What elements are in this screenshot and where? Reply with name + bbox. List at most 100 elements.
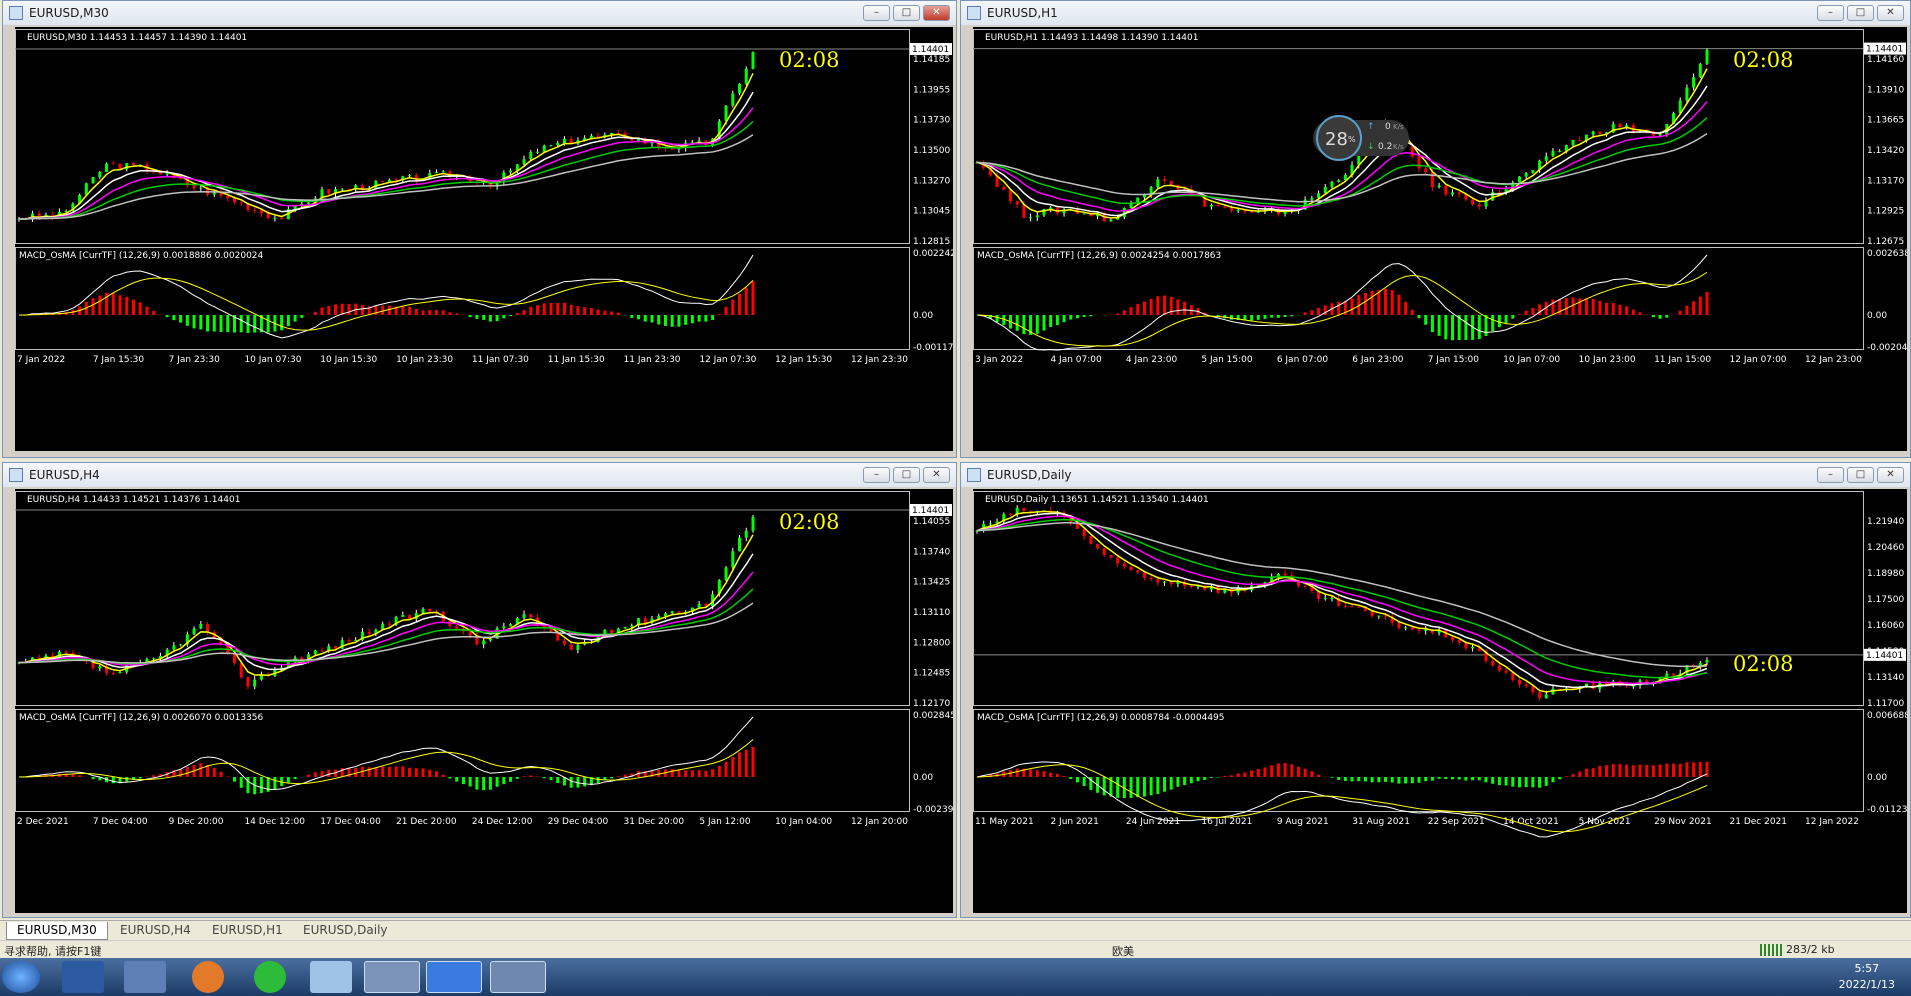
candle-body: [1136, 197, 1140, 203]
osma-bar: [1149, 298, 1153, 315]
chart-window-m30[interactable]: EURUSD,M30 – □ ✕ EURUSD,M30 1.14453 1.1445…: [2, 0, 957, 458]
osma-bar: [199, 763, 203, 777]
osma-bar: [1517, 777, 1521, 788]
x-tick-label: 21 Dec 2021: [1730, 817, 1788, 827]
tab-m30[interactable]: EURUSD,M30: [6, 922, 108, 940]
osma-bar: [1229, 315, 1233, 320]
candle-body: [98, 666, 102, 669]
candle-body: [1444, 185, 1448, 195]
minimize-button[interactable]: –: [1817, 467, 1844, 483]
moving-average-line: [18, 134, 754, 220]
speed-widget: 28 %↑ 0 K/s↓ 0.2 K/s: [1313, 115, 1409, 161]
osma-bar: [731, 757, 735, 777]
maximize-button[interactable]: □: [1847, 467, 1874, 483]
candle-body: [1189, 585, 1193, 588]
osma-bar: [1330, 777, 1334, 778]
maximize-button[interactable]: □: [1847, 5, 1874, 21]
chart-window-h1[interactable]: EURUSD,H1 – □ ✕ EURUSD,H1 1.14493 1.14498 …: [960, 0, 1911, 458]
osma-bar: [461, 777, 465, 785]
moving-average-line: [18, 553, 754, 671]
window-titlebar[interactable]: EURUSD,H1 – □ ✕: [961, 1, 1910, 25]
osma-bar: [1290, 764, 1294, 777]
chart-window-h4[interactable]: EURUSD,H4 – □ ✕ EURUSD,H4 1.14433 1.14521 …: [2, 462, 957, 918]
maximize-button[interactable]: □: [893, 5, 920, 21]
window-titlebar[interactable]: EURUSD,M30 – □ ✕: [3, 1, 956, 25]
start-orb-icon[interactable]: [2, 961, 40, 993]
candle-body: [408, 615, 412, 619]
notepad-icon[interactable]: [310, 961, 352, 993]
wechat-icon[interactable]: [254, 961, 286, 993]
candle-body: [206, 623, 210, 633]
minimize-button[interactable]: –: [863, 5, 890, 21]
app-icon[interactable]: [124, 961, 166, 993]
window-titlebar[interactable]: EURUSD,H4 – □ ✕: [3, 463, 956, 487]
candle-body: [1377, 615, 1381, 617]
candle-body: [232, 653, 236, 664]
candle-body: [1397, 622, 1401, 628]
candle-body: [1142, 572, 1146, 578]
candle-body: [1658, 134, 1662, 136]
osma-bar: [1136, 777, 1140, 798]
y-tick-label: 1.13500: [913, 146, 950, 156]
candle-body: [441, 171, 445, 173]
osma-bar: [562, 302, 566, 315]
main-pane-border: [973, 491, 1864, 706]
tab-h4[interactable]: EURUSD,H4: [110, 922, 201, 940]
browser-icon[interactable]: [192, 961, 224, 993]
close-button[interactable]: ✕: [1877, 467, 1904, 483]
tab-daily[interactable]: EURUSD,Daily: [293, 922, 398, 940]
candle-body: [1169, 180, 1173, 185]
mt4-icon[interactable]: [364, 961, 420, 993]
osma-bar: [1631, 765, 1635, 777]
osma-bar: [1658, 315, 1662, 319]
paint-icon[interactable]: [490, 961, 546, 993]
candle-body: [1156, 579, 1160, 583]
candle-body: [556, 143, 560, 146]
chart-window-daily[interactable]: EURUSD,Daily – □ ✕ EURUSD,Daily 1.13651 1.…: [960, 462, 1911, 918]
osma-bar: [1116, 777, 1120, 798]
chart-area[interactable]: EURUSD,H4 1.14433 1.14521 1.14376 1.1440…: [15, 489, 953, 913]
candle-body: [367, 631, 371, 634]
minimize-button[interactable]: –: [1817, 5, 1844, 21]
clock-date: 2022/1/13: [1838, 978, 1895, 991]
osma-bar: [1370, 777, 1374, 783]
candle-body: [1571, 139, 1575, 146]
candle-body: [118, 163, 122, 170]
system-clock[interactable]: 5:57 2022/1/13: [1839, 961, 1895, 993]
maximize-button[interactable]: □: [893, 467, 920, 483]
osma-bar: [1069, 777, 1073, 780]
feather-icon[interactable]: [426, 961, 482, 993]
osma-bar: [307, 774, 311, 777]
y-tick-label: 1.13425: [913, 578, 950, 588]
osma-bar: [475, 777, 479, 790]
window-title: EURUSD,H1: [987, 6, 1058, 20]
candle-body: [455, 626, 459, 629]
close-button[interactable]: ✕: [1877, 5, 1904, 21]
osma-bar: [1276, 315, 1280, 318]
symbol-info: EURUSD,H1 1.14493 1.14498 1.14390 1.1440…: [985, 33, 1198, 43]
price-tag-label: 1.14401: [912, 45, 949, 55]
minimize-button[interactable]: –: [863, 467, 890, 483]
y-tick-label: 1.13110: [913, 608, 950, 618]
osma-bar: [502, 315, 506, 319]
chart-area[interactable]: EURUSD,H1 1.14493 1.14498 1.14390 1.1440…: [973, 27, 1907, 451]
tab-h1[interactable]: EURUSD,H1: [202, 922, 293, 940]
close-button[interactable]: ✕: [923, 5, 950, 21]
desktop-icon[interactable]: [62, 961, 104, 993]
window-titlebar[interactable]: EURUSD,Daily – □ ✕: [961, 463, 1910, 487]
y-tick-label: 1.13740: [913, 547, 950, 557]
chart-area[interactable]: EURUSD,M30 1.14453 1.14457 1.14390 1.144…: [15, 27, 953, 451]
osma-bar: [1082, 777, 1086, 787]
osma-bar: [1270, 765, 1274, 777]
candle-body: [105, 163, 109, 172]
close-button[interactable]: ✕: [923, 467, 950, 483]
macd-tick-label: -0.011232: [1867, 805, 1907, 815]
chart-area[interactable]: EURUSD,Daily 1.13651 1.14521 1.13540 1.1…: [973, 489, 1907, 913]
candle-body: [1169, 581, 1173, 584]
candle-body: [1524, 173, 1528, 177]
osma-bar: [1276, 763, 1280, 777]
osma-bar: [1584, 298, 1588, 315]
candle-body: [320, 650, 324, 652]
download-unit: K/s: [1393, 143, 1404, 151]
candle-body: [1223, 206, 1227, 208]
